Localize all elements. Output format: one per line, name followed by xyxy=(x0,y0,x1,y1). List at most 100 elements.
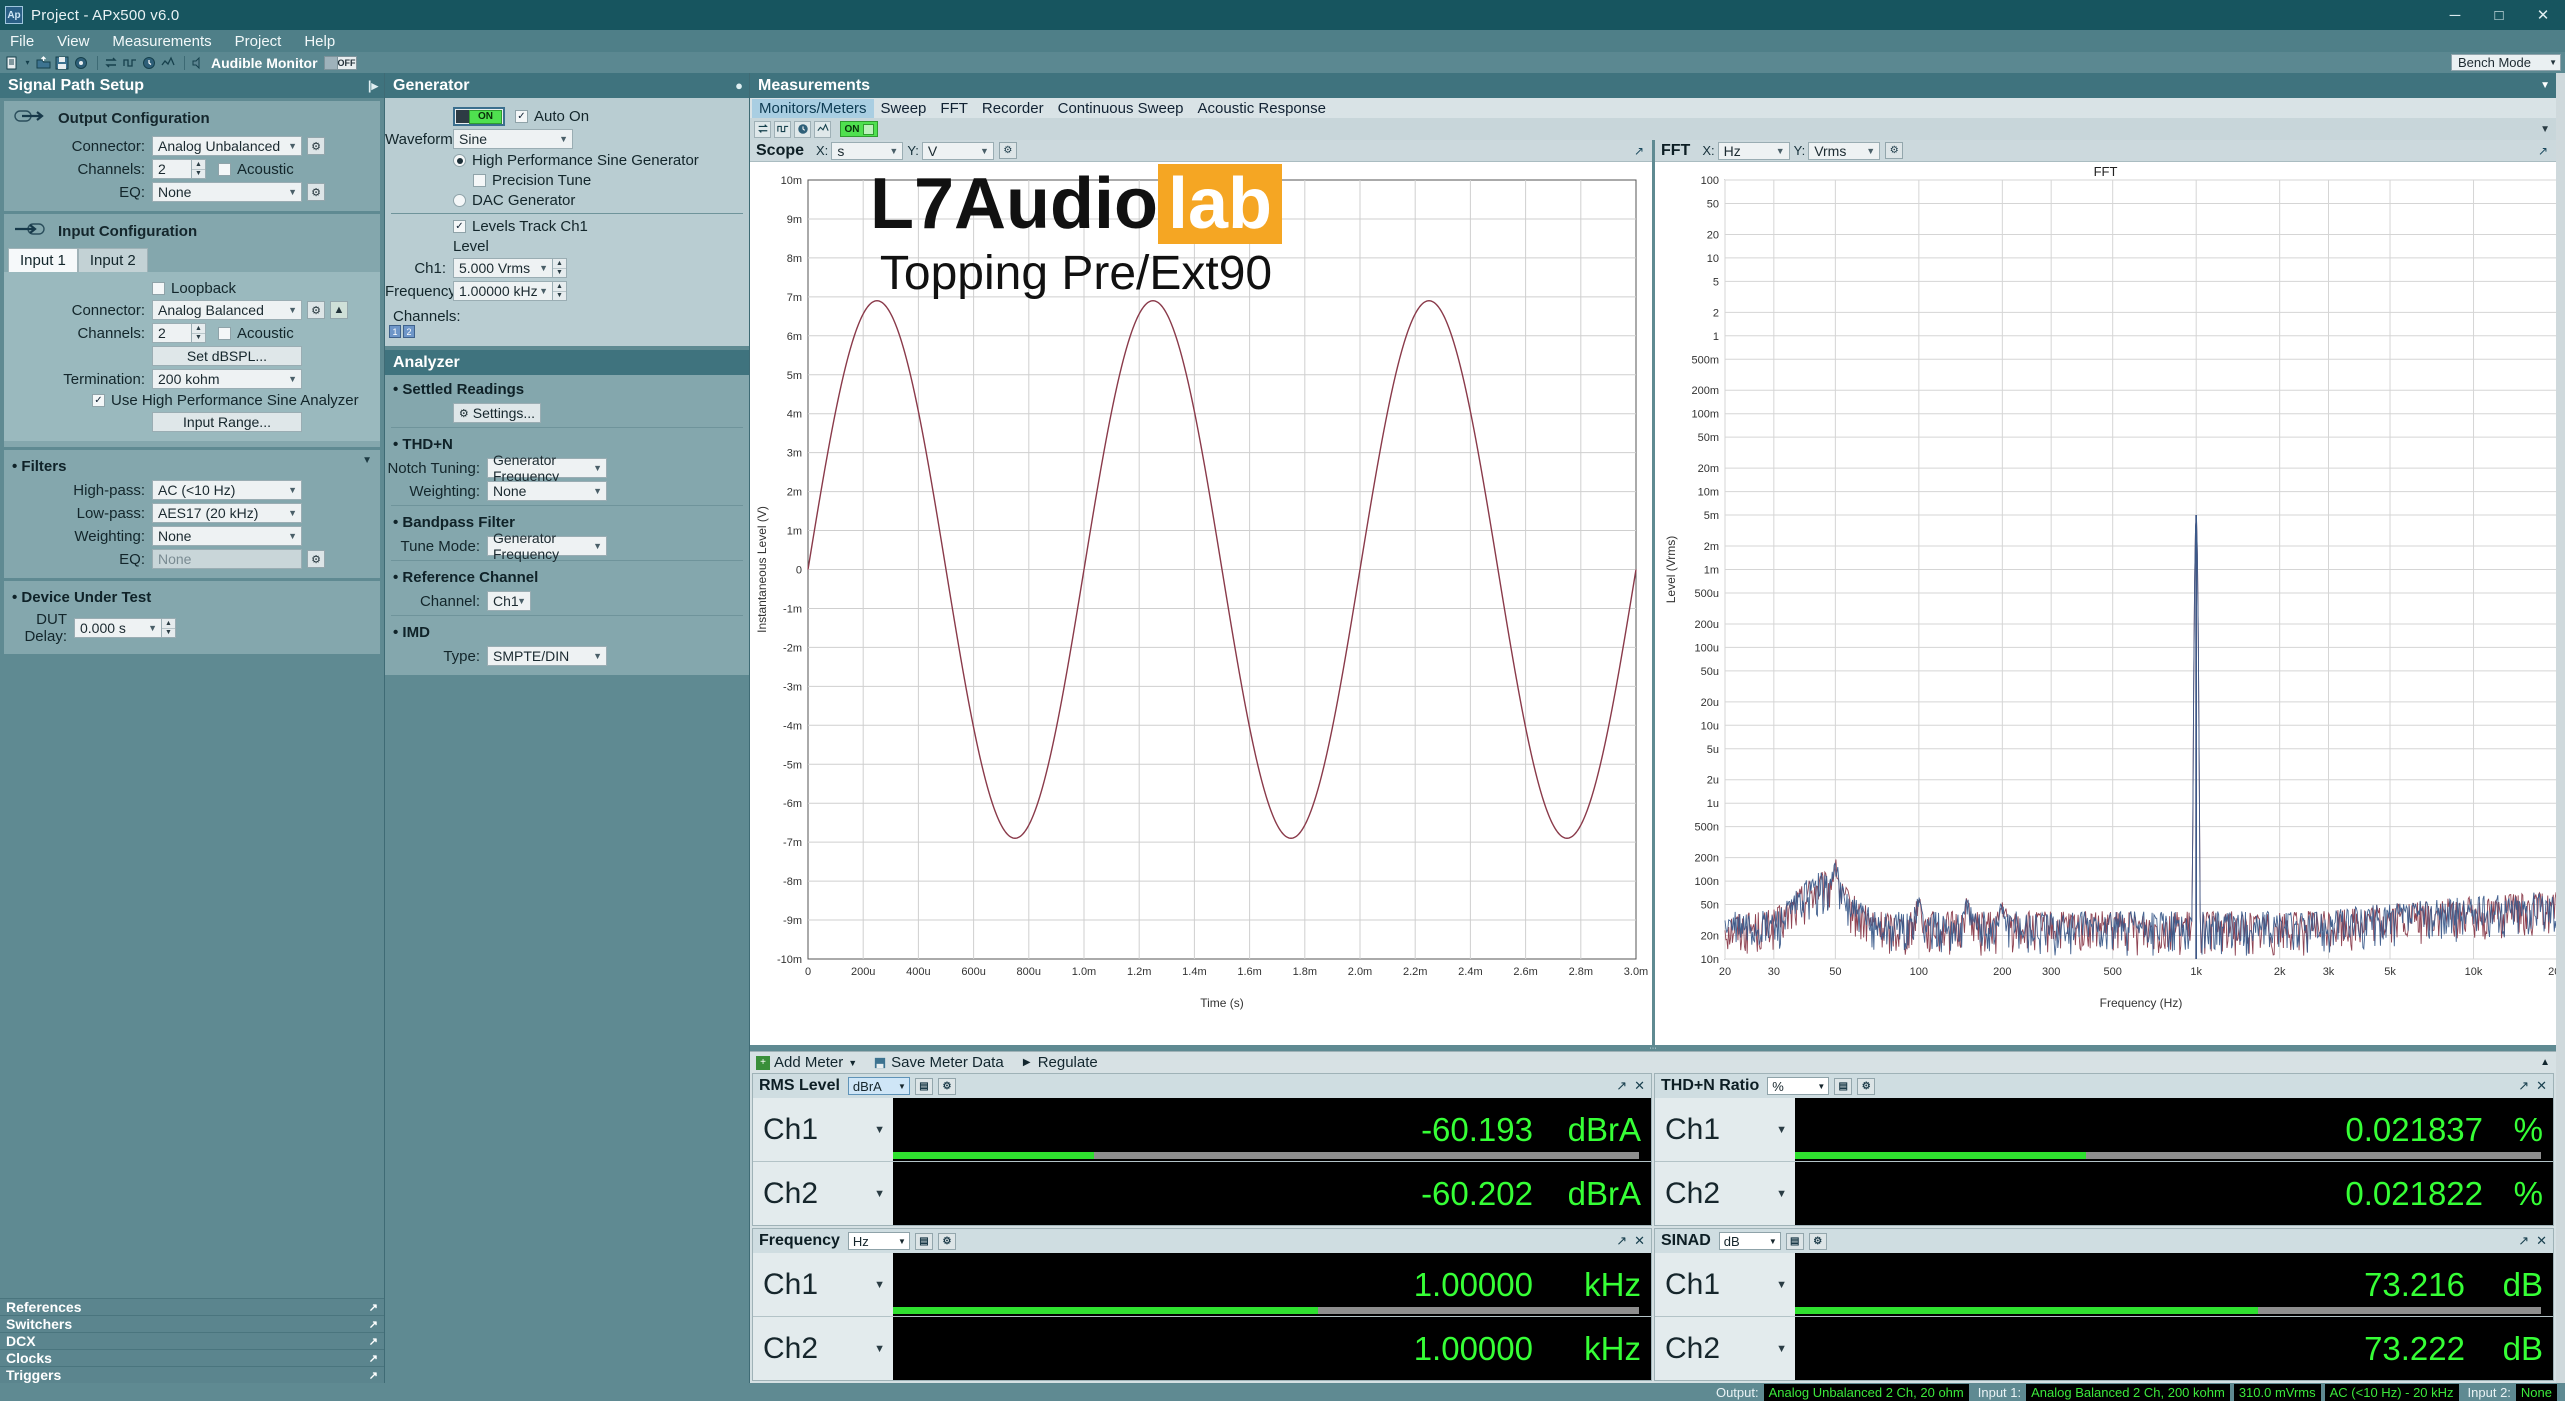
expand-icon[interactable]: ↗ xyxy=(369,1301,378,1314)
footer-item-references[interactable]: References ↗ xyxy=(0,1298,384,1315)
filter-weighting-select[interactable]: None ▼ xyxy=(152,526,302,546)
meter-close-icon[interactable]: ✕ xyxy=(2536,1233,2547,1249)
meter-unit-select[interactable]: % ▼ xyxy=(1767,1077,1830,1095)
stepper-up-icon[interactable]: ▲ xyxy=(553,259,566,269)
close-icon[interactable]: ✕ xyxy=(2521,0,2565,30)
scope-plot[interactable]: Scope 10m 9m 8m 7m 6m 5m 4m 3m 2m 1m 0 -1m -2m -3m -4m… xyxy=(750,162,1652,1045)
footer-item-switchers[interactable]: Switchers ↗ xyxy=(0,1315,384,1332)
fft-x-unit-select[interactable]: Hz ▼ xyxy=(1717,141,1790,160)
tab-continuous-sweep[interactable]: Continuous Sweep xyxy=(1051,99,1191,118)
lowpass-select[interactable]: AES17 (20 kHz) ▼ xyxy=(152,503,302,523)
output-connector-select[interactable]: Analog Unbalanced ▼ xyxy=(152,136,302,156)
precision-tune-checkbox[interactable]: Precision Tune xyxy=(473,172,591,189)
settings-gear-icon[interactable] xyxy=(73,55,89,71)
collapse-panel-icon[interactable]: |▸ xyxy=(368,78,378,94)
meter-popout-icon[interactable]: ↗ xyxy=(1616,1078,1627,1094)
generator-icon[interactable] xyxy=(774,120,791,138)
settled-settings-button[interactable]: ⚙ Settings... xyxy=(453,403,541,423)
stepper-up-icon[interactable]: ▲ xyxy=(553,282,566,292)
meter-channel-select[interactable]: Ch1 ▼ xyxy=(1655,1098,1795,1161)
analyzer-icon[interactable] xyxy=(814,120,831,138)
reference-channel-select[interactable]: Ch1 ▼ xyxy=(487,591,531,611)
thdn-weighting-select[interactable]: None ▼ xyxy=(487,481,607,501)
highpass-select[interactable]: AC (<10 Hz) ▼ xyxy=(152,480,302,500)
scope-y-unit-select[interactable]: V ▼ xyxy=(921,141,994,160)
add-meter-button[interactable]: + Add Meter ▼ xyxy=(756,1054,857,1071)
tune-mode-select[interactable]: Generator Frequency ▼ xyxy=(487,530,607,562)
generator-channel-1-button[interactable]: 1 xyxy=(389,325,401,338)
scope-popout-icon[interactable]: ↗ xyxy=(1634,144,1644,158)
filter-eq-settings-icon[interactable]: ⚙ xyxy=(307,550,325,568)
notch-tuning-select[interactable]: Generator Frequency ▼ xyxy=(487,452,607,484)
maximize-icon[interactable]: □ xyxy=(2477,0,2521,30)
fft-settings-icon[interactable]: ⚙ xyxy=(1885,142,1904,159)
meter-channel-select[interactable]: Ch2 ▼ xyxy=(753,1162,893,1225)
meter-channel-select[interactable]: Ch2 ▼ xyxy=(1655,1317,1795,1380)
tab-input-1[interactable]: Input 1 xyxy=(8,248,78,272)
meters-collapse-icon[interactable]: ▲ xyxy=(2540,1057,2550,1068)
footer-item-clocks[interactable]: Clocks ↗ xyxy=(0,1349,384,1366)
auto-on-checkbox[interactable]: ✓ Auto On xyxy=(515,108,589,125)
meter-settings-icon[interactable]: ⚙ xyxy=(1857,1077,1876,1095)
hps-analyzer-checkbox[interactable]: ✓ Use High Performance Sine Analyzer xyxy=(92,392,359,409)
set-dbspl-button[interactable]: Set dBSPL... xyxy=(152,346,302,366)
meter-channel-select[interactable]: Ch1 ▼ xyxy=(1655,1253,1795,1316)
meter-unit-select[interactable]: dBrA ▼ xyxy=(847,1077,910,1095)
measurements-collapse-icon[interactable]: ▼ xyxy=(2540,80,2550,91)
generator-icon[interactable] xyxy=(122,55,138,71)
meter-settings-icon[interactable]: ⚙ xyxy=(937,1077,956,1095)
meter-unit-select[interactable]: dB ▼ xyxy=(1718,1232,1781,1250)
bench-mode-select[interactable]: Bench Mode ▼ xyxy=(2451,54,2561,71)
menu-item-view[interactable]: View xyxy=(57,33,89,50)
measurement-toolbar-collapse-icon[interactable]: ▼ xyxy=(2540,124,2550,135)
meter-close-icon[interactable]: ✕ xyxy=(2536,1078,2547,1094)
expand-icon[interactable]: ↗ xyxy=(369,1335,378,1348)
stepper-down-icon[interactable]: ▼ xyxy=(162,629,175,638)
meter-unit-select[interactable]: Hz ▼ xyxy=(847,1232,910,1250)
scope-x-unit-select[interactable]: s ▼ xyxy=(831,141,904,160)
input-range-button[interactable]: Input Range... xyxy=(152,412,302,432)
stepper-down-icon[interactable]: ▼ xyxy=(192,170,205,179)
meter-popout-icon[interactable]: ↗ xyxy=(2518,1233,2529,1249)
menu-item-project[interactable]: Project xyxy=(235,33,282,50)
meter-graph-icon[interactable]: ▤ xyxy=(1834,1077,1853,1095)
meter-settings-icon[interactable]: ⚙ xyxy=(1808,1232,1827,1250)
tab-input-2[interactable]: Input 2 xyxy=(77,248,148,272)
tab-sweep[interactable]: Sweep xyxy=(874,99,934,118)
audible-monitor-toggle[interactable]: OFF xyxy=(323,55,357,70)
minimize-icon[interactable]: ─ xyxy=(2433,0,2477,30)
output-acoustic-checkbox[interactable]: Acoustic xyxy=(218,161,294,178)
meter-popout-icon[interactable]: ↗ xyxy=(2518,1078,2529,1094)
tab-monitors-meters[interactable]: Monitors/Meters xyxy=(752,98,874,118)
output-channels-input[interactable]: 2 xyxy=(152,159,192,179)
fft-popout-icon[interactable]: ↗ xyxy=(2538,144,2548,158)
clock-icon[interactable] xyxy=(794,120,811,138)
meter-graph-icon[interactable]: ▤ xyxy=(914,1232,933,1250)
chevron-down-icon[interactable]: ▼ xyxy=(848,1058,857,1068)
fft-y-unit-select[interactable]: Vrms ▼ xyxy=(1808,141,1881,160)
generator-ch1-stepper[interactable]: ▲ ▼ xyxy=(553,258,567,278)
dut-delay-stepper[interactable]: ▲ ▼ xyxy=(162,618,176,638)
meter-close-icon[interactable]: ✕ xyxy=(1634,1078,1645,1094)
output-eq-select[interactable]: None ▼ xyxy=(152,182,302,202)
loopback-checkbox[interactable]: Loopback xyxy=(152,280,236,297)
stepper-up-icon[interactable]: ▲ xyxy=(192,324,205,334)
meter-channel-select[interactable]: Ch1 ▼ xyxy=(753,1098,893,1161)
hpsg-radio[interactable]: High Performance Sine Generator xyxy=(453,152,699,169)
generator-ch1-level-select[interactable]: 5.000 Vrms ▼ xyxy=(453,258,553,278)
tab-acoustic-response[interactable]: Acoustic Response xyxy=(1191,99,1333,118)
footer-item-triggers[interactable]: Triggers ↗ xyxy=(0,1366,384,1383)
clock-icon[interactable] xyxy=(141,55,157,71)
input-connector-settings-icon[interactable]: ⚙ xyxy=(307,301,325,319)
meter-graph-icon[interactable]: ▤ xyxy=(914,1077,933,1095)
meter-channel-select[interactable]: Ch1 ▼ xyxy=(753,1253,893,1316)
filters-collapse-icon[interactable]: ▼ xyxy=(362,455,372,466)
stepper-down-icon[interactable]: ▼ xyxy=(553,269,566,278)
expand-icon[interactable]: ↗ xyxy=(369,1318,378,1331)
menu-item-help[interactable]: Help xyxy=(304,33,335,50)
input-channels-input[interactable]: 2 xyxy=(152,323,192,343)
stepper-down-icon[interactable]: ▼ xyxy=(192,334,205,343)
menu-item-measurements[interactable]: Measurements xyxy=(112,33,211,50)
input-connector-select[interactable]: Analog Balanced ▼ xyxy=(152,300,302,320)
input-channels-stepper[interactable]: ▲ ▼ xyxy=(192,323,206,343)
